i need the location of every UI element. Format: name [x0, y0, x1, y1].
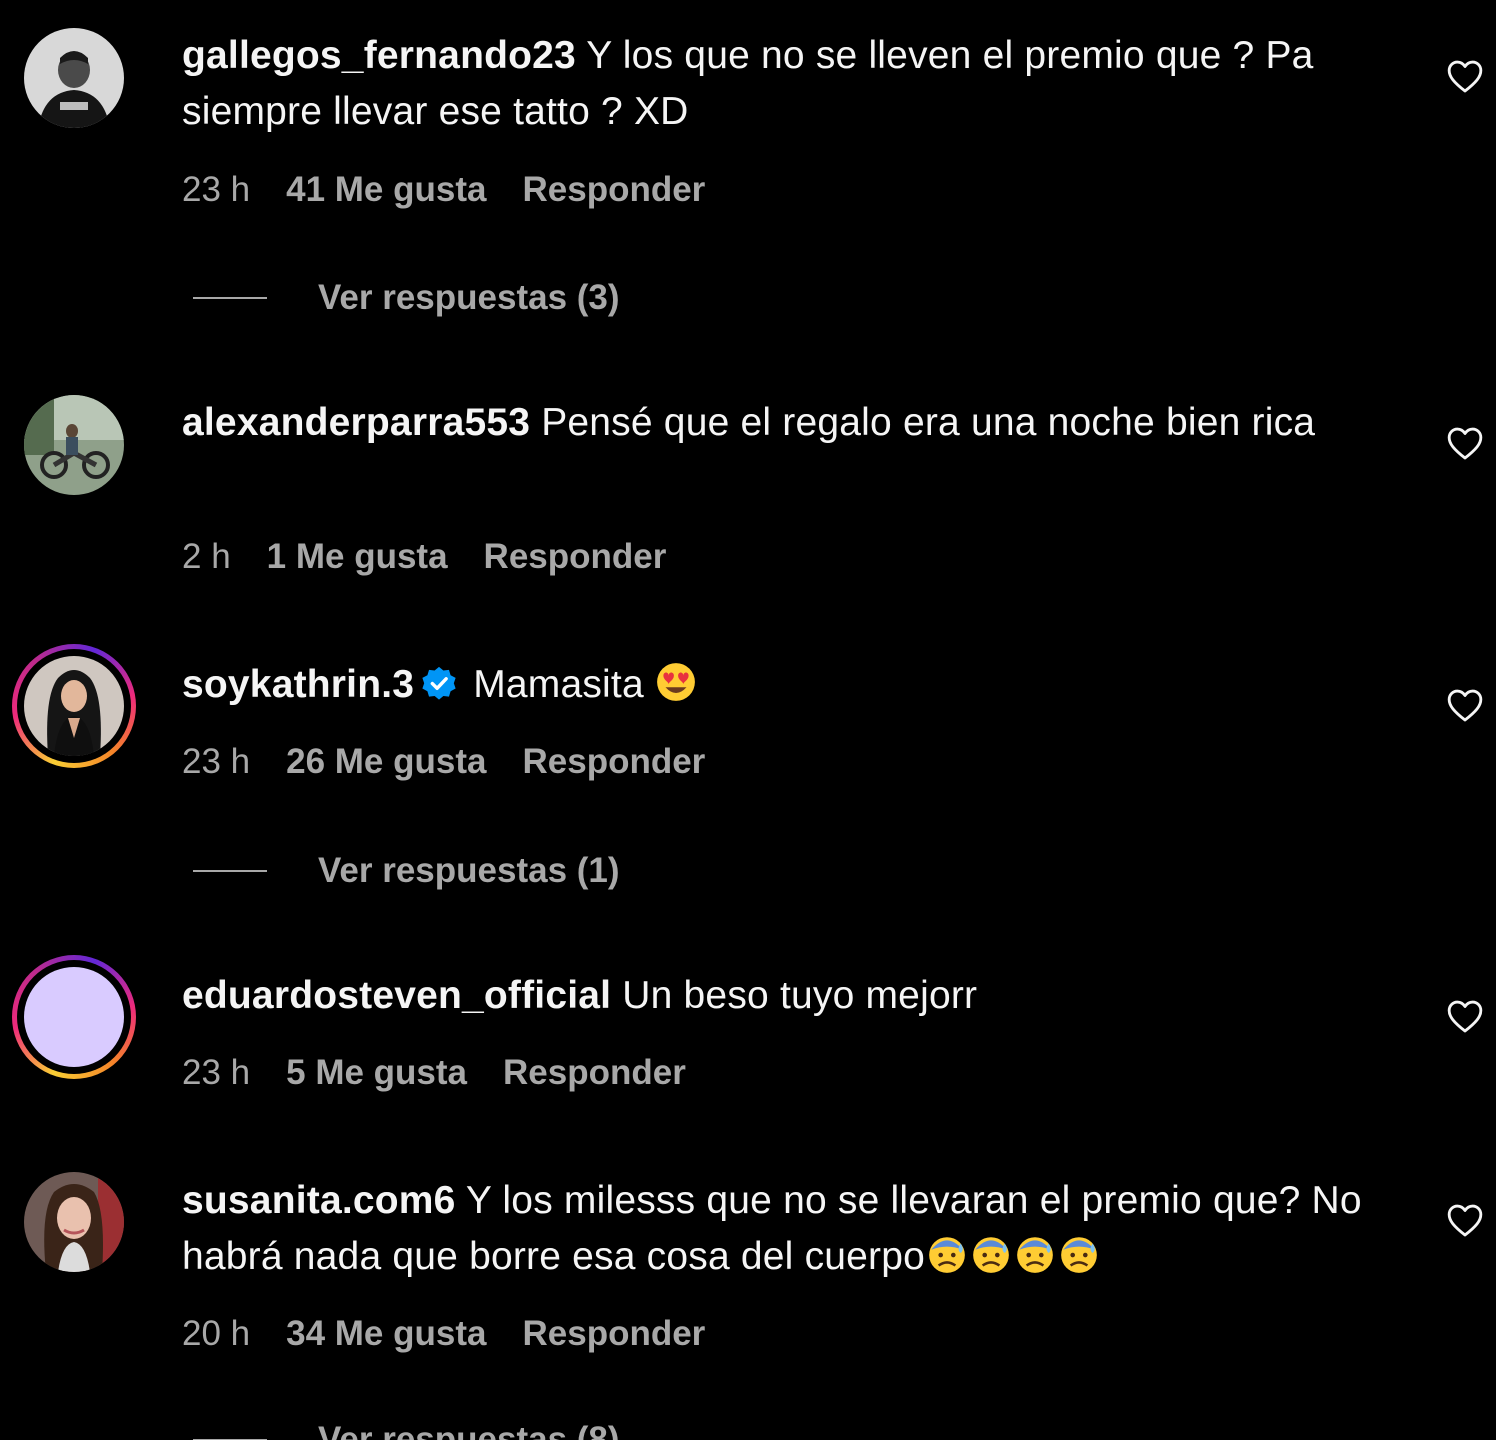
anxious-sweat-emoji [929, 1237, 965, 1273]
comment-body: alexanderparra553 Pensé que el regalo er… [182, 395, 1412, 451]
replies-divider [193, 870, 267, 872]
heart-outline-icon[interactable] [1446, 687, 1484, 723]
comment-time[interactable]: 23 h [182, 742, 250, 781]
likes-count[interactable]: 1 Me gusta [267, 537, 448, 576]
avatar[interactable] [24, 1172, 124, 1272]
anxious-sweat-emoji [973, 1237, 1009, 1273]
avatar-image [24, 395, 124, 495]
comment-time[interactable]: 23 h [182, 170, 250, 209]
likes-count[interactable]: 34 Me gusta [286, 1314, 486, 1353]
comment-text: Mamasita [473, 663, 644, 706]
comment-meta: 2 h 1 Me gusta Responder [182, 535, 702, 579]
view-replies-label[interactable]: Ver respuestas (3) [318, 276, 620, 320]
reply-button[interactable]: Responder [522, 742, 705, 781]
view-replies-label[interactable]: Ver respuestas (1) [318, 849, 620, 893]
comment-meta: 20 h 34 Me gusta Responder [182, 1312, 741, 1356]
username-link[interactable]: eduardosteven_official [182, 974, 611, 1017]
username-link[interactable]: soykathrin.3 [182, 663, 414, 706]
anxious-sweat-emoji [1061, 1237, 1097, 1273]
likes-count[interactable]: 41 Me gusta [286, 170, 486, 209]
default-avatar [24, 967, 124, 1067]
replies-divider [193, 297, 267, 299]
verified-badge-icon [422, 666, 456, 700]
likes-count[interactable]: 26 Me gusta [286, 742, 486, 781]
comment-time[interactable]: 23 h [182, 1053, 250, 1092]
heart-outline-icon[interactable] [1446, 425, 1484, 461]
username-link[interactable]: susanita.com6 [182, 1179, 456, 1222]
avatar-story-ring[interactable] [12, 644, 136, 768]
avatar[interactable] [24, 395, 124, 495]
avatar[interactable] [24, 28, 124, 128]
comment-body: soykathrin.3 Mamasita [182, 657, 1412, 713]
comment-text: Pensé que el regalo era una noche bien r… [541, 401, 1316, 444]
comment-time[interactable]: 20 h [182, 1314, 250, 1353]
reply-button[interactable]: Responder [484, 537, 667, 576]
heart-outline-icon[interactable] [1446, 58, 1484, 94]
comment-meta: 23 h 41 Me gusta Responder [182, 168, 741, 212]
likes-count[interactable]: 5 Me gusta [286, 1053, 467, 1092]
avatar-story-ring[interactable] [12, 955, 136, 1079]
avatar-image [24, 28, 124, 128]
comment-meta: 23 h 5 Me gusta Responder [182, 1051, 722, 1095]
avatar-image [24, 1172, 124, 1272]
anxious-sweat-emoji [1017, 1237, 1053, 1273]
comment-meta: 23 h 26 Me gusta Responder [182, 740, 741, 784]
reply-button[interactable]: Responder [522, 170, 705, 209]
comment-time[interactable]: 2 h [182, 537, 231, 576]
username-link[interactable]: alexanderparra553 [182, 401, 530, 444]
reply-button[interactable]: Responder [503, 1053, 686, 1092]
username-link[interactable]: gallegos_fernando23 [182, 34, 576, 77]
avatar-image [24, 656, 124, 756]
heart-eyes-emoji [657, 663, 695, 701]
heart-outline-icon[interactable] [1446, 998, 1484, 1034]
comment-body: eduardosteven_official Un beso tuyo mejo… [182, 968, 1412, 1024]
comment-body: susanita.com6 Y los milesss que no se ll… [182, 1173, 1412, 1285]
reply-button[interactable]: Responder [522, 1314, 705, 1353]
comment-text: Un beso tuyo mejorr [622, 974, 978, 1017]
heart-outline-icon[interactable] [1446, 1202, 1484, 1238]
emoji-group [925, 1235, 1101, 1278]
comment-body: gallegos_fernando23 Y los que no se llev… [182, 28, 1412, 140]
view-replies-label[interactable]: Ver respuestas (8) [318, 1418, 620, 1440]
